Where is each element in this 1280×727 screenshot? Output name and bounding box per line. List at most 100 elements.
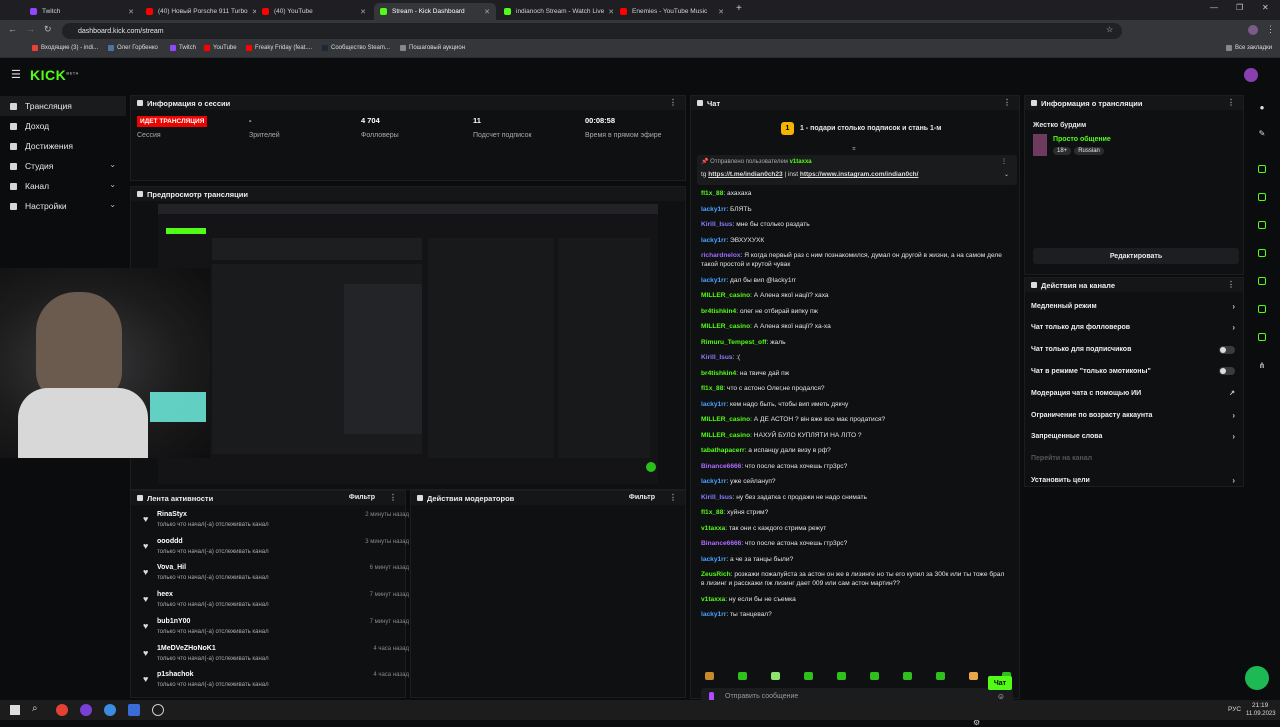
star-icon[interactable]: ☆ [1106, 25, 1113, 34]
channel-option[interactable]: Чат только для фолловеров › [1031, 318, 1237, 338]
bookmark-item[interactable]: YouTube [204, 45, 237, 51]
emote-icon[interactable] [738, 672, 747, 680]
chat-username[interactable]: fl1x_88 [701, 190, 723, 197]
all-bookmarks[interactable]: Все закладки [1226, 45, 1272, 51]
app-icon[interactable] [104, 704, 116, 716]
category-link[interactable]: Просто общение [1053, 136, 1111, 143]
sidebar-item-channel[interactable]: Канал ⌄ [0, 176, 126, 196]
sidebar-item-stream[interactable]: Трансляция [0, 96, 126, 116]
close-tab-icon[interactable]: ✕ [604, 8, 614, 16]
browser-tab-enemies[interactable]: Enemies - YouTube Music ✕ [614, 3, 730, 20]
chat-username[interactable]: lacky1rr [701, 556, 726, 563]
menu-icon[interactable]: ⋮ [1266, 24, 1275, 35]
collapse-icon[interactable]: ⌅ [851, 144, 857, 152]
chrome-icon[interactable] [56, 704, 68, 716]
pinned-link-instagram[interactable]: https://www.instagram.com/indian0ch/ [800, 171, 919, 178]
chat-username[interactable]: lacky1rr [701, 611, 726, 618]
close-tab-icon[interactable]: ✕ [124, 8, 134, 16]
chat-username[interactable]: Binance6666 [701, 463, 741, 470]
close-tab-icon[interactable]: ✕ [480, 8, 490, 16]
browser-tab-youtube[interactable]: (40) YouTube ✕ [256, 3, 372, 20]
rail-button[interactable] [1251, 270, 1273, 292]
bookmark-item[interactable]: Freaky Friday (feat.... [246, 45, 312, 51]
bookmark-item[interactable]: Входящие (3) - indi... [32, 45, 98, 51]
send-chat-button[interactable]: Чат [988, 676, 1012, 690]
chat-username[interactable]: v1taxxa [701, 525, 725, 532]
close-tab-icon[interactable]: ✕ [248, 8, 256, 16]
maximize-button[interactable]: ❐ [1236, 3, 1243, 12]
chevron-down-icon[interactable]: ⌄ [1004, 171, 1009, 178]
channel-option[interactable]: Модерация чата с помощью ИИ ↗ [1031, 383, 1237, 403]
browser-tab-kick-dashboard[interactable]: Stream - Kick Dashboard ✕ [374, 3, 496, 20]
channel-option[interactable]: Медленный режим › [1031, 296, 1237, 316]
bookmark-item[interactable]: Пошаговый аукцион [400, 45, 465, 51]
language-indicator[interactable]: РУС [1228, 706, 1241, 713]
chat-username[interactable]: MILLER_casino [701, 432, 750, 439]
sidebar-item-income[interactable]: Доход [0, 116, 126, 136]
more-icon[interactable]: ⋮ [389, 493, 397, 502]
browser-tab-porsche[interactable]: (40) Новый Porsche 911 Turbo ✕ [140, 3, 256, 20]
stream-preview-video[interactable] [158, 204, 658, 484]
emote-icon[interactable] [870, 672, 879, 680]
rail-button[interactable] [1251, 298, 1273, 320]
rail-button[interactable] [1251, 158, 1273, 180]
channel-option[interactable]: Запрещенные слова › [1031, 427, 1237, 447]
app-icon[interactable] [152, 704, 164, 716]
emote-icon[interactable] [804, 672, 813, 680]
chat-username[interactable]: fl1x_88 [701, 509, 723, 516]
search-icon[interactable]: ⌕ [32, 703, 38, 714]
close-tab-icon[interactable]: ✕ [356, 8, 366, 16]
url-input[interactable]: dashboard.kick.com/stream [62, 23, 1122, 39]
emote-icon[interactable] [969, 672, 978, 680]
chat-username[interactable]: ZeusRich [701, 571, 731, 578]
channel-option[interactable]: Установить цели › [1031, 470, 1237, 490]
sidebar-item-studio[interactable]: Студия ⌄ [0, 156, 126, 176]
more-icon[interactable]: ⋮ [669, 98, 677, 107]
chat-username[interactable]: Kirill_Isus [701, 494, 733, 501]
rail-button[interactable] [1251, 326, 1273, 348]
avatar[interactable] [1248, 25, 1258, 35]
pinned-link-telegram[interactable]: https://t.me/indian0ch23 [708, 171, 782, 178]
close-window-button[interactable]: ✕ [1262, 3, 1269, 12]
activity-username[interactable]: RinaStyx [157, 511, 187, 518]
activity-username[interactable]: p1shachok [157, 671, 194, 678]
chat-username[interactable]: MILLER_casino [701, 416, 750, 423]
chat-username[interactable]: v1taxxa [701, 596, 725, 603]
chat-username[interactable]: lacky1rr [701, 401, 726, 408]
browser-tab-indianoch[interactable]: indianoch Stream - Watch Live ✕ [498, 3, 614, 20]
reload-icon[interactable]: ↻ [44, 24, 52, 35]
chat-username[interactable]: Rimuru_Tempest_off [701, 339, 766, 346]
emote-icon[interactable] [837, 672, 846, 680]
app-icon[interactable] [128, 704, 140, 716]
channel-option[interactable]: Чат в режиме "только эмотиконы" [1031, 361, 1237, 381]
rail-button[interactable]: ● [1251, 96, 1273, 118]
forward-icon[interactable]: → [26, 24, 35, 34]
more-icon[interactable]: ⋮ [1003, 98, 1011, 107]
chat-username[interactable]: tabathapacerr [701, 447, 745, 454]
bookmark-item[interactable]: Twitch [170, 45, 196, 51]
emote-icon[interactable] [705, 672, 714, 680]
chat-username[interactable]: richardnelox [701, 252, 741, 259]
activity-username[interactable]: heex [157, 591, 173, 598]
chat-username[interactable]: MILLER_casino [701, 323, 750, 330]
kick-logo[interactable]: KICKBETA [30, 67, 79, 83]
chat-username[interactable]: lacky1rr [701, 237, 726, 244]
activity-filter-button[interactable]: Фильтр [349, 494, 375, 501]
chat-username[interactable]: lacky1rr [701, 206, 726, 213]
unpin-icon[interactable]: ⋮ [1001, 158, 1007, 165]
more-icon[interactable]: ⋮ [1227, 98, 1235, 107]
clock-date[interactable]: 11.09.2023 [1246, 711, 1276, 717]
chat-username[interactable]: Kirill_Isus [701, 354, 733, 361]
channel-option[interactable]: Перейти на канал [1031, 449, 1237, 469]
support-button[interactable] [1245, 666, 1269, 690]
rail-button[interactable] [1251, 242, 1273, 264]
chat-username[interactable]: br4tishkin4 [701, 370, 736, 377]
rail-button[interactable] [1251, 214, 1273, 236]
bookmark-item[interactable]: Сообщество Steam... [322, 45, 390, 51]
toggle-switch[interactable] [1219, 345, 1235, 354]
edit-stream-button[interactable]: Редактировать [1033, 248, 1239, 264]
emote-icon[interactable] [936, 672, 945, 680]
rail-button[interactable] [1251, 186, 1273, 208]
toggle-switch[interactable] [1219, 367, 1235, 376]
chat-username[interactable]: fl1x_88 [701, 385, 723, 392]
